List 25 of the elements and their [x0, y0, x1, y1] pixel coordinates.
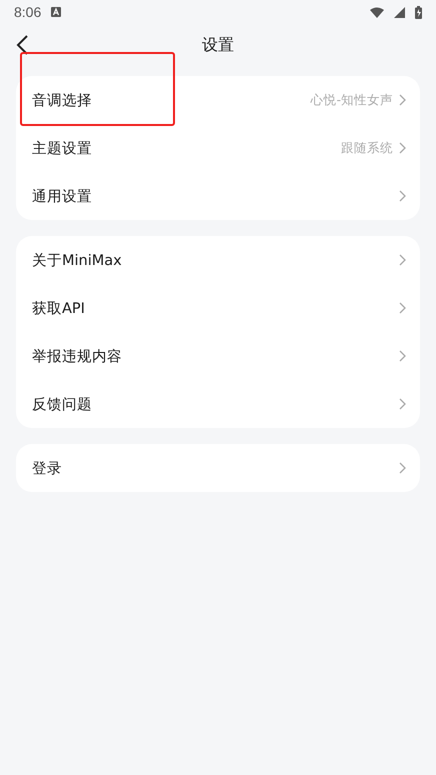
setting-label[interactable]: 关于MiniMax: [32, 250, 393, 270]
notification-icon: [51, 7, 62, 17]
chevron-right-icon: [399, 190, 406, 202]
chevron-right-icon: [399, 350, 406, 362]
battery-icon: [415, 6, 422, 18]
signal-icon: [394, 6, 405, 18]
setting-value: 心悦-知性女声: [310, 92, 393, 108]
setting-label[interactable]: 主题设置: [32, 138, 335, 158]
setting-label[interactable]: 音调选择: [32, 90, 304, 110]
setting-value: 跟随系统: [341, 140, 393, 156]
chevron-right-icon: [399, 398, 406, 410]
chevron-right-icon: [399, 302, 406, 314]
status-time: 8:06: [14, 4, 42, 20]
wifi-icon: [370, 6, 384, 18]
chevron-right-icon: [399, 254, 406, 266]
setting-label[interactable]: 登录: [32, 458, 393, 478]
setting-label[interactable]: 获取API: [32, 298, 393, 318]
chevron-right-icon: [399, 142, 406, 154]
setting-label[interactable]: 举报违规内容: [32, 346, 393, 366]
chevron-right-icon: [399, 94, 406, 106]
back-icon[interactable]: [16, 34, 30, 56]
chevron-right-icon: [399, 462, 406, 474]
page-title: 设置: [202, 34, 234, 56]
setting-label[interactable]: 反馈问题: [32, 394, 393, 414]
setting-label[interactable]: 通用设置: [32, 186, 393, 206]
